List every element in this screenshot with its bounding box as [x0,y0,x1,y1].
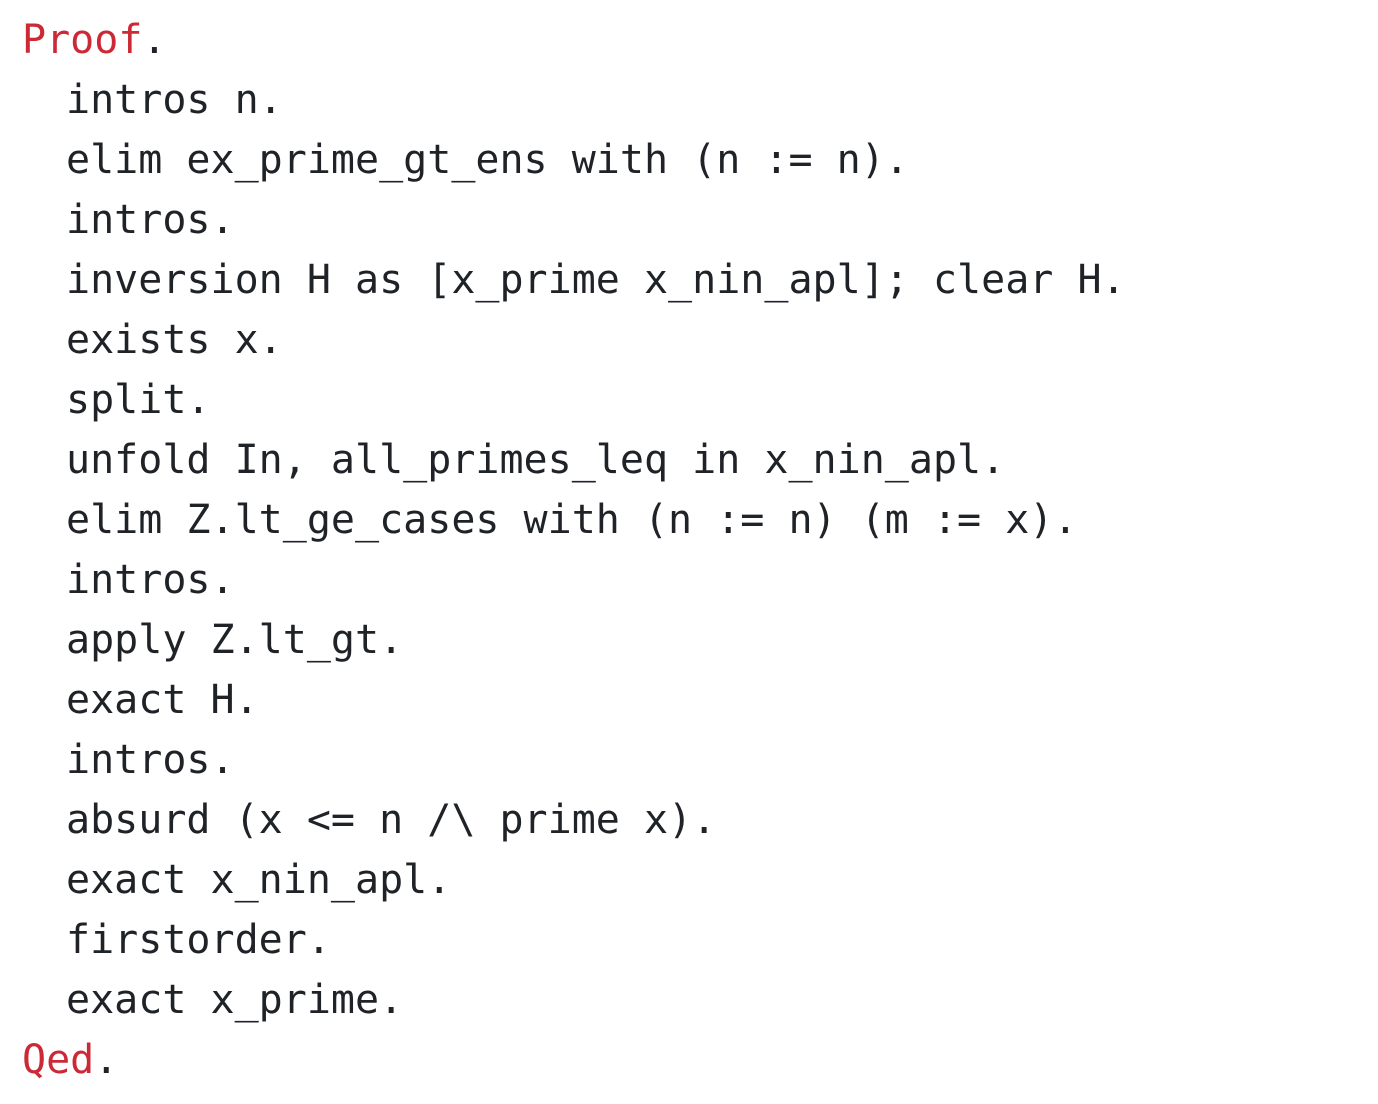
code-text: elim Z.lt_ge_cases with (n := n) (m := x… [66,497,1078,543]
proof-script-listing: Proof. intros n. elim ex_prime_gt_ens with… [0,10,1378,1104]
code-line: inversion H as [x_prime x_nin_apl]; clea… [0,250,1378,310]
code-line: Proof. [0,10,1378,70]
code-text: firstorder. [66,917,331,963]
code-punctuation: . [142,17,167,63]
code-text: split. [66,377,211,423]
code-punctuation: . [94,1037,119,1083]
code-line: intros. [0,730,1378,790]
code-text: apply Z.lt_gt. [66,617,404,663]
code-text: unfold In, all_primes_leq in x_nin_apl. [66,437,1006,483]
code-line: exact H. [0,670,1378,730]
code-line: elim ex_prime_gt_ens with (n := n). [0,130,1378,190]
code-text: absurd (x <= n /\ prime x). [66,797,717,843]
code-line: apply Z.lt_gt. [0,610,1378,670]
code-text: inversion H as [x_prime x_nin_apl]; clea… [66,257,1126,303]
code-line: exists x. [0,310,1378,370]
code-line: intros. [0,550,1378,610]
proof-keyword: Qed [22,1037,95,1083]
code-line: exact x_prime. [0,970,1378,1030]
code-line: intros. [0,190,1378,250]
code-line: firstorder. [0,910,1378,970]
code-line: exact x_nin_apl. [0,850,1378,910]
code-line: unfold In, all_primes_leq in x_nin_apl. [0,430,1378,490]
code-line: absurd (x <= n /\ prime x). [0,790,1378,850]
code-line: elim Z.lt_ge_cases with (n := n) (m := x… [0,490,1378,550]
code-line: split. [0,370,1378,430]
code-text: exact x_prime. [66,977,404,1023]
code-text: exact H. [66,677,259,723]
code-line: intros n. [0,70,1378,130]
code-text: intros n. [66,77,283,123]
code-text: exact x_nin_apl. [66,857,452,903]
code-text: intros. [66,737,235,783]
code-text: intros. [66,557,235,603]
code-text: exists x. [66,317,283,363]
code-text: intros. [66,197,235,243]
code-text: elim ex_prime_gt_ens with (n := n). [66,137,909,183]
proof-keyword: Proof [22,17,143,63]
code-line: Qed. [0,1030,1378,1090]
